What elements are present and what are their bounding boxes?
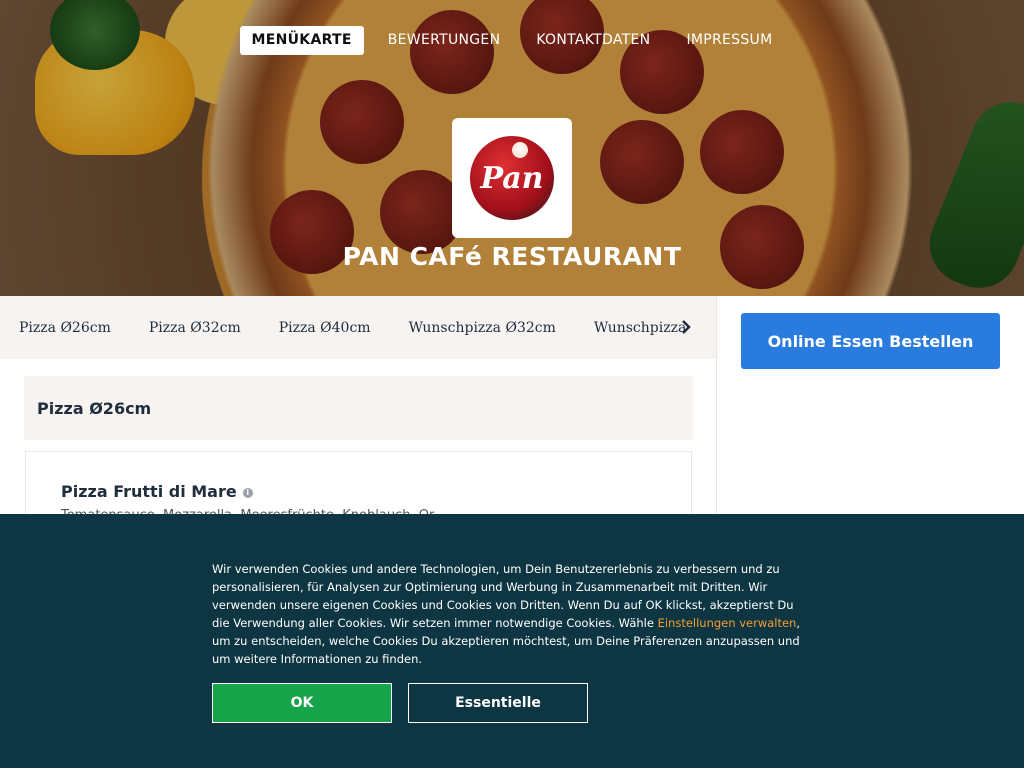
nav-menukarte[interactable]: MENÜKARTE: [239, 26, 364, 55]
manage-settings-link[interactable]: Einstellungen verwalten: [658, 616, 797, 630]
cookie-essential-button[interactable]: Essentielle: [408, 683, 588, 723]
top-navigation: MENÜKARTE BEWERTUNGEN KONTAKTDATEN IMPRE…: [0, 26, 1024, 55]
nav-kontaktdaten[interactable]: KONTAKTDATEN: [524, 26, 662, 55]
restaurant-logo: Pan: [452, 118, 572, 238]
nav-impressum[interactable]: IMPRESSUM: [674, 26, 784, 55]
chevron-right-icon[interactable]: [676, 316, 696, 338]
order-online-button[interactable]: Online Essen Bestellen: [741, 313, 1000, 369]
category-tab[interactable]: Pizza Ø26cm: [19, 320, 111, 336]
cookie-ok-button[interactable]: OK: [212, 683, 392, 723]
category-bar: Pizza Ø26cm Pizza Ø32cm Pizza Ø40cm Wuns…: [0, 296, 716, 359]
category-tab[interactable]: Wunschpizza Ø32cm: [409, 320, 556, 336]
restaurant-name: PAN CAFé RESTAURANT: [342, 242, 682, 271]
info-icon[interactable]: i: [242, 487, 253, 498]
section-title: Pizza Ø26cm: [37, 398, 152, 418]
category-tab[interactable]: Pizza Ø40cm: [279, 320, 371, 336]
category-tab[interactable]: Wunschpizza: [594, 320, 686, 336]
logo-text: Pan: [480, 160, 544, 196]
logo-emblem: Pan: [470, 136, 554, 220]
cookie-banner: Wir verwenden Cookies und andere Technol…: [0, 514, 1024, 768]
nav-bewertungen[interactable]: BEWERTUNGEN: [376, 26, 513, 55]
chef-icon: [512, 142, 528, 158]
cookie-text: Wir verwenden Cookies und andere Technol…: [212, 560, 812, 668]
menu-section-header: Pizza Ø26cm: [24, 376, 693, 440]
menu-item-name-text: Pizza Frutti di Mare: [61, 482, 237, 501]
category-tab[interactable]: Pizza Ø32cm: [149, 320, 241, 336]
menu-item-name: Pizza Frutti di Mare i: [61, 482, 253, 501]
